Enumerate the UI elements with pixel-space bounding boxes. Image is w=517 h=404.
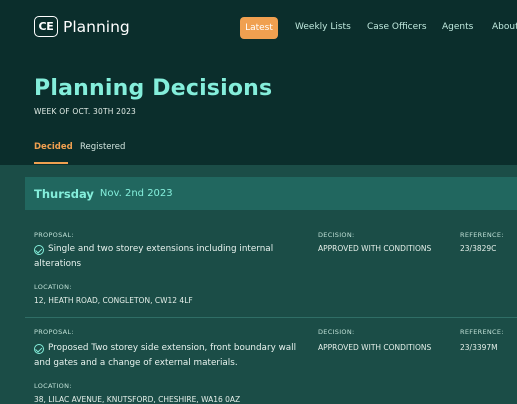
decision-value: APPROVED WITH CONDITIONS xyxy=(318,343,432,352)
tab-registered[interactable]: Registered xyxy=(80,142,125,152)
nav-weekly-lists[interactable]: Weekly Lists xyxy=(295,22,351,32)
reference-label: REFERENCE: xyxy=(460,328,504,336)
location-label: LOCATION: xyxy=(34,283,72,291)
logo-text: Planning xyxy=(63,17,130,36)
proposal-text: Single and two storey extensions includi… xyxy=(34,244,274,269)
site-header: CE Planning Latest Weekly Lists Case Off… xyxy=(0,0,517,165)
nav-about[interactable]: About xyxy=(492,22,517,32)
nav-agents[interactable]: Agents xyxy=(442,22,473,32)
reference-value[interactable]: 23/3397M xyxy=(460,343,498,352)
decision-row[interactable]: PROPOSAL: Proposed Two storey side exten… xyxy=(25,317,517,404)
reference-label: REFERENCE: xyxy=(460,231,504,239)
decision-label: DECISION: xyxy=(318,328,355,336)
page-subtitle: WEEK OF OCT. 30TH 2023 xyxy=(34,107,137,116)
location-label: LOCATION: xyxy=(34,382,72,390)
day-name: Thursday xyxy=(34,186,94,201)
active-tab-indicator xyxy=(34,162,68,164)
tab-decided[interactable]: Decided xyxy=(34,142,73,152)
site-logo[interactable]: CE Planning xyxy=(34,16,130,37)
day-group-header: Thursday Nov. 2nd 2023 xyxy=(25,177,517,210)
day-date: Nov. 2nd 2023 xyxy=(99,188,173,199)
page-title: Planning Decisions xyxy=(34,76,273,101)
decision-label: DECISION: xyxy=(318,231,355,239)
location-value: 12, HEATH ROAD, CONGLETON, CW12 4LF xyxy=(34,296,193,305)
proposal-text: Proposed Two storey side extension, fron… xyxy=(34,343,297,368)
proposal-label: PROPOSAL: xyxy=(34,328,74,336)
nav-case-officers[interactable]: Case Officers xyxy=(367,22,427,32)
reference-value[interactable]: 23/3829C xyxy=(460,244,496,253)
decision-value: APPROVED WITH CONDITIONS xyxy=(318,244,432,253)
proposal-label: PROPOSAL: xyxy=(34,231,74,239)
logo-mark: CE xyxy=(34,16,58,37)
decision-row[interactable]: PROPOSAL: Single and two storey extensio… xyxy=(25,210,517,317)
nav-latest-button[interactable]: Latest xyxy=(240,17,278,39)
